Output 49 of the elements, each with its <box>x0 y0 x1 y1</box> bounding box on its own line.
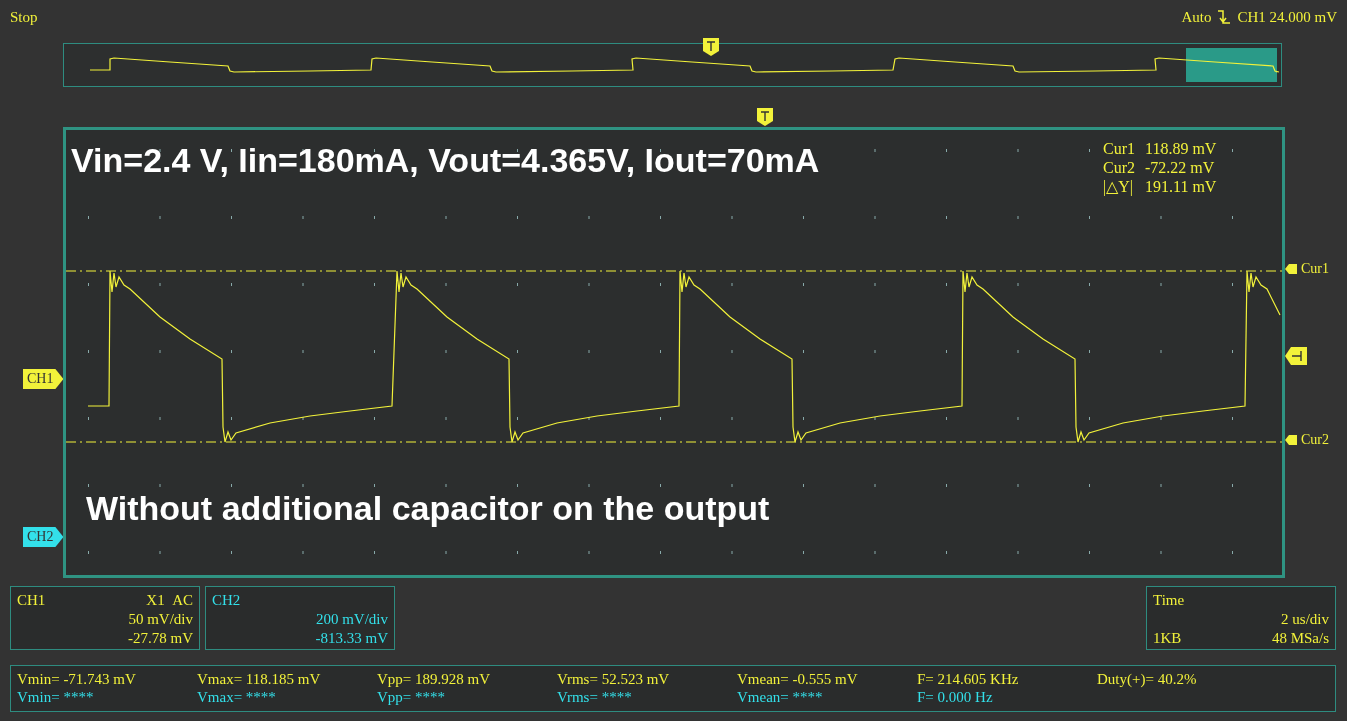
channel-name: CH1 <box>17 591 46 610</box>
measurement-value: Vmin= **** <box>17 688 95 706</box>
channel-panel[interactable]: CH2 200 mV/div -813.33 mV <box>205 586 395 650</box>
measurement-value: Vpp= **** <box>377 688 447 706</box>
probe-coupling: X1 AC <box>146 591 193 610</box>
cursor-value: 118.89 mV <box>1145 139 1217 158</box>
cursor-marker-icon <box>1285 434 1297 446</box>
waveform-overview[interactable] <box>63 43 1282 87</box>
cursor-value: 191.11 mV <box>1145 177 1217 196</box>
trigger-level-icon <box>1285 347 1307 365</box>
measurement-value: Vmax= **** <box>197 688 277 706</box>
falling-edge-icon <box>1217 9 1232 25</box>
cursor-label: Cur1 <box>1301 261 1329 277</box>
measurement-value: F= 0.000 Hz <box>917 688 994 706</box>
measurement-value: F= 214.605 KHz <box>917 670 1020 688</box>
measurement-value: Vrms= **** <box>557 688 633 706</box>
trigger-marker-icon <box>703 38 719 56</box>
trigger-readout: CH1 24.000 mV <box>1237 8 1337 26</box>
trigger-marker-icon <box>757 108 773 126</box>
measurement-value: Vmean= -0.555 mV <box>737 670 859 688</box>
time-per-div: 2 us/div <box>1281 610 1329 629</box>
channel-offset: -27.78 mV <box>128 629 193 648</box>
volts-per-div: 200 mV/div <box>315 610 388 629</box>
measurement-value: Vpp= 189.928 mV <box>377 670 492 688</box>
cursor-label: Cur2 <box>1103 158 1135 177</box>
channel-name: CH2 <box>212 591 241 610</box>
channel-panel[interactable]: CH1 X1 AC 50 mV/div -27.78 mV <box>10 586 200 650</box>
measurement-value: Vrms= 52.523 mV <box>557 670 671 688</box>
cursor-marker-icon <box>1285 263 1297 275</box>
timebase-panel[interactable]: Time 2 us/div 1KB 48 MSa/s <box>1146 586 1336 650</box>
annotation-text: Vin=2.4 V, Iin=180mA, Vout=4.365V, Iout=70mA <box>71 140 820 180</box>
cursor-label: Cur2 <box>1301 432 1329 448</box>
channel-offset: -813.33 mV <box>315 629 388 648</box>
channel-marker[interactable]: CH1 <box>23 369 64 389</box>
run-state[interactable]: Stop <box>10 8 38 26</box>
cursor-label: Cur1 <box>1103 139 1135 158</box>
volts-per-div: 50 mV/div <box>128 610 193 629</box>
channel-marker[interactable]: CH2 <box>23 527 64 547</box>
trigger-mode: Auto <box>1181 8 1212 26</box>
measurement-value: Vmax= 118.185 mV <box>197 670 322 688</box>
memory-depth: 1KB <box>1153 629 1182 648</box>
measurement-value: Vmean= **** <box>737 688 824 706</box>
measurement-value: Duty(+)= 40.2% <box>1097 670 1198 688</box>
panel-title: Time <box>1153 591 1185 610</box>
sample-rate: 48 MSa/s <box>1271 629 1329 648</box>
cursor-label: |△Y| <box>1103 177 1134 196</box>
cursor-value: -72.22 mV <box>1145 158 1216 177</box>
annotation-text: Without additional capacitor on the output <box>86 488 770 528</box>
measurement-value: Vmin= -71.743 mV <box>17 670 137 688</box>
